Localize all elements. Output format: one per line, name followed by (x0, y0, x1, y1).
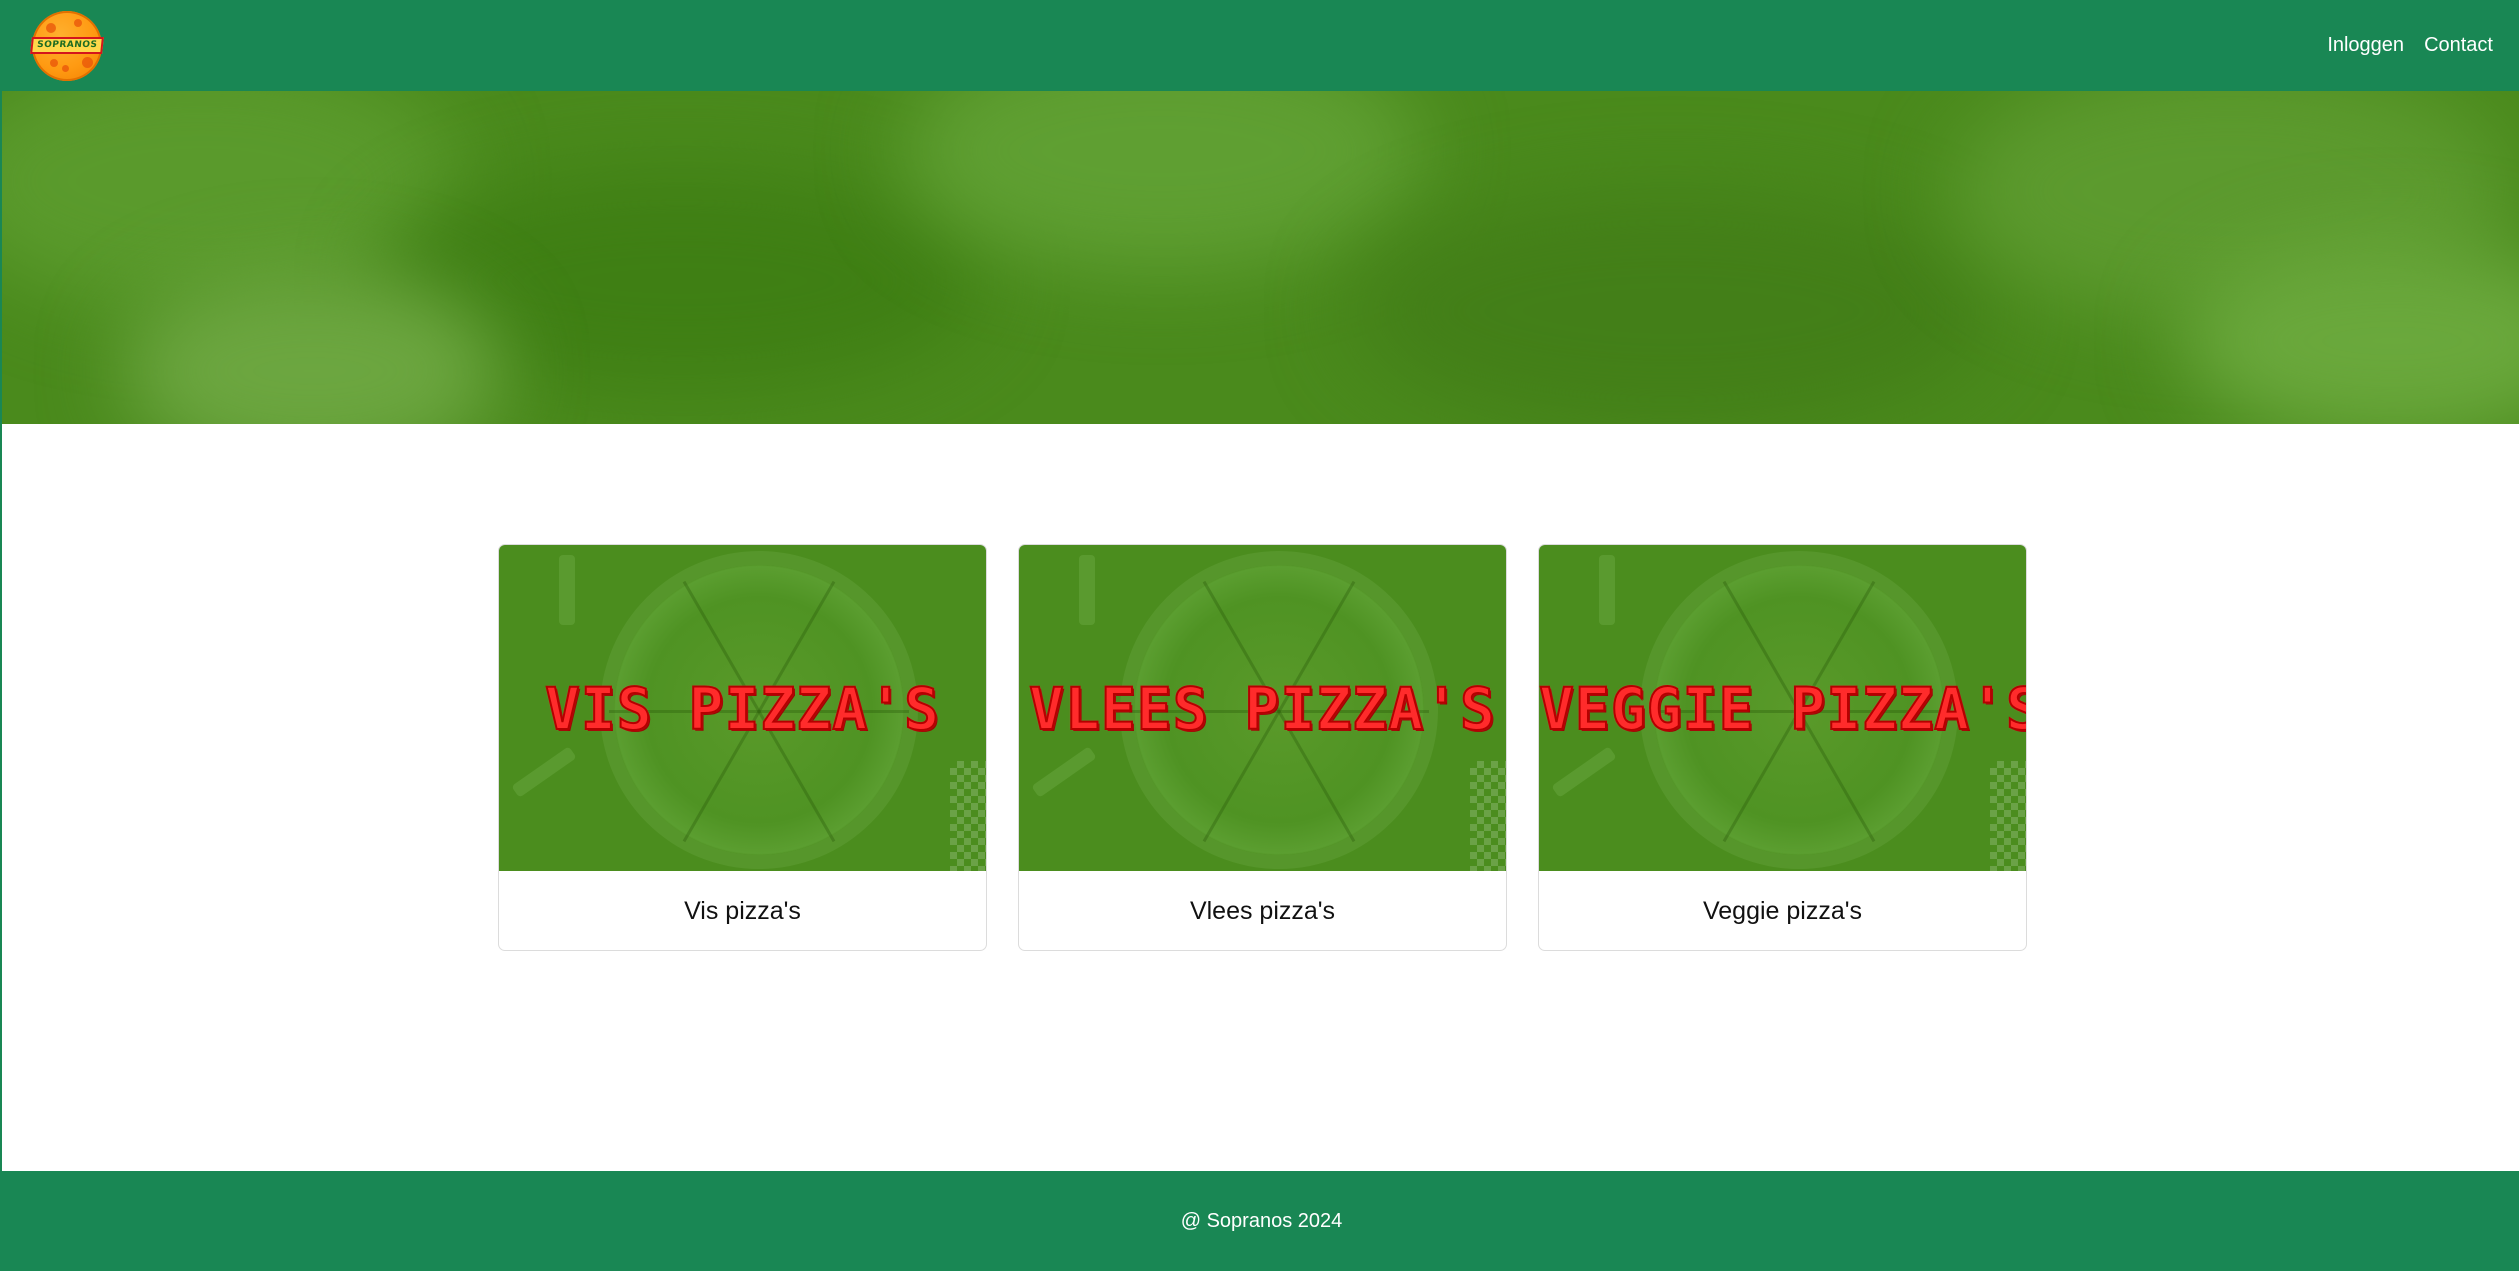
footer: @ Sopranos 2024 (2, 1171, 2519, 1271)
nav-link-inloggen[interactable]: Inloggen (2327, 34, 2404, 57)
category-cards: VIS PIZZA'S Vis pizza's VLEES PIZZA'S Vl… (498, 544, 2027, 951)
sopranos-logo[interactable]: SOPRANOS (24, 9, 110, 83)
card-image-veggie: VEGGIE PIZZA'S (1539, 545, 2026, 871)
card-image-text: VIS PIZZA'S (544, 674, 941, 744)
card-image-text: VLEES PIZZA'S (1028, 674, 1496, 744)
card-image-vlees: VLEES PIZZA'S (1019, 545, 1506, 871)
logo-text: SOPRANOS (29, 37, 105, 54)
hero-banner-image (2, 91, 2519, 424)
category-card-vis[interactable]: VIS PIZZA'S Vis pizza's (498, 544, 987, 951)
card-title: Vis pizza's (684, 896, 801, 925)
navbar: SOPRANOS Inloggen Contact (2, 0, 2519, 91)
card-title: Vlees pizza's (1189, 896, 1336, 925)
category-card-vlees[interactable]: VLEES PIZZA'S Vlees pizza's (1018, 544, 1507, 951)
nav-link-contact[interactable]: Contact (2424, 34, 2493, 57)
footer-copyright: @ Sopranos 2024 (1180, 1209, 1343, 1232)
card-title: Veggie pizza's (1702, 896, 1863, 925)
nav-links: Inloggen Contact (2327, 34, 2493, 57)
category-card-veggie[interactable]: VEGGIE PIZZA'S Veggie pizza's (1538, 544, 2027, 951)
card-image-vis: VIS PIZZA'S (499, 545, 986, 871)
card-image-text: VEGGIE PIZZA'S (1539, 674, 2026, 744)
